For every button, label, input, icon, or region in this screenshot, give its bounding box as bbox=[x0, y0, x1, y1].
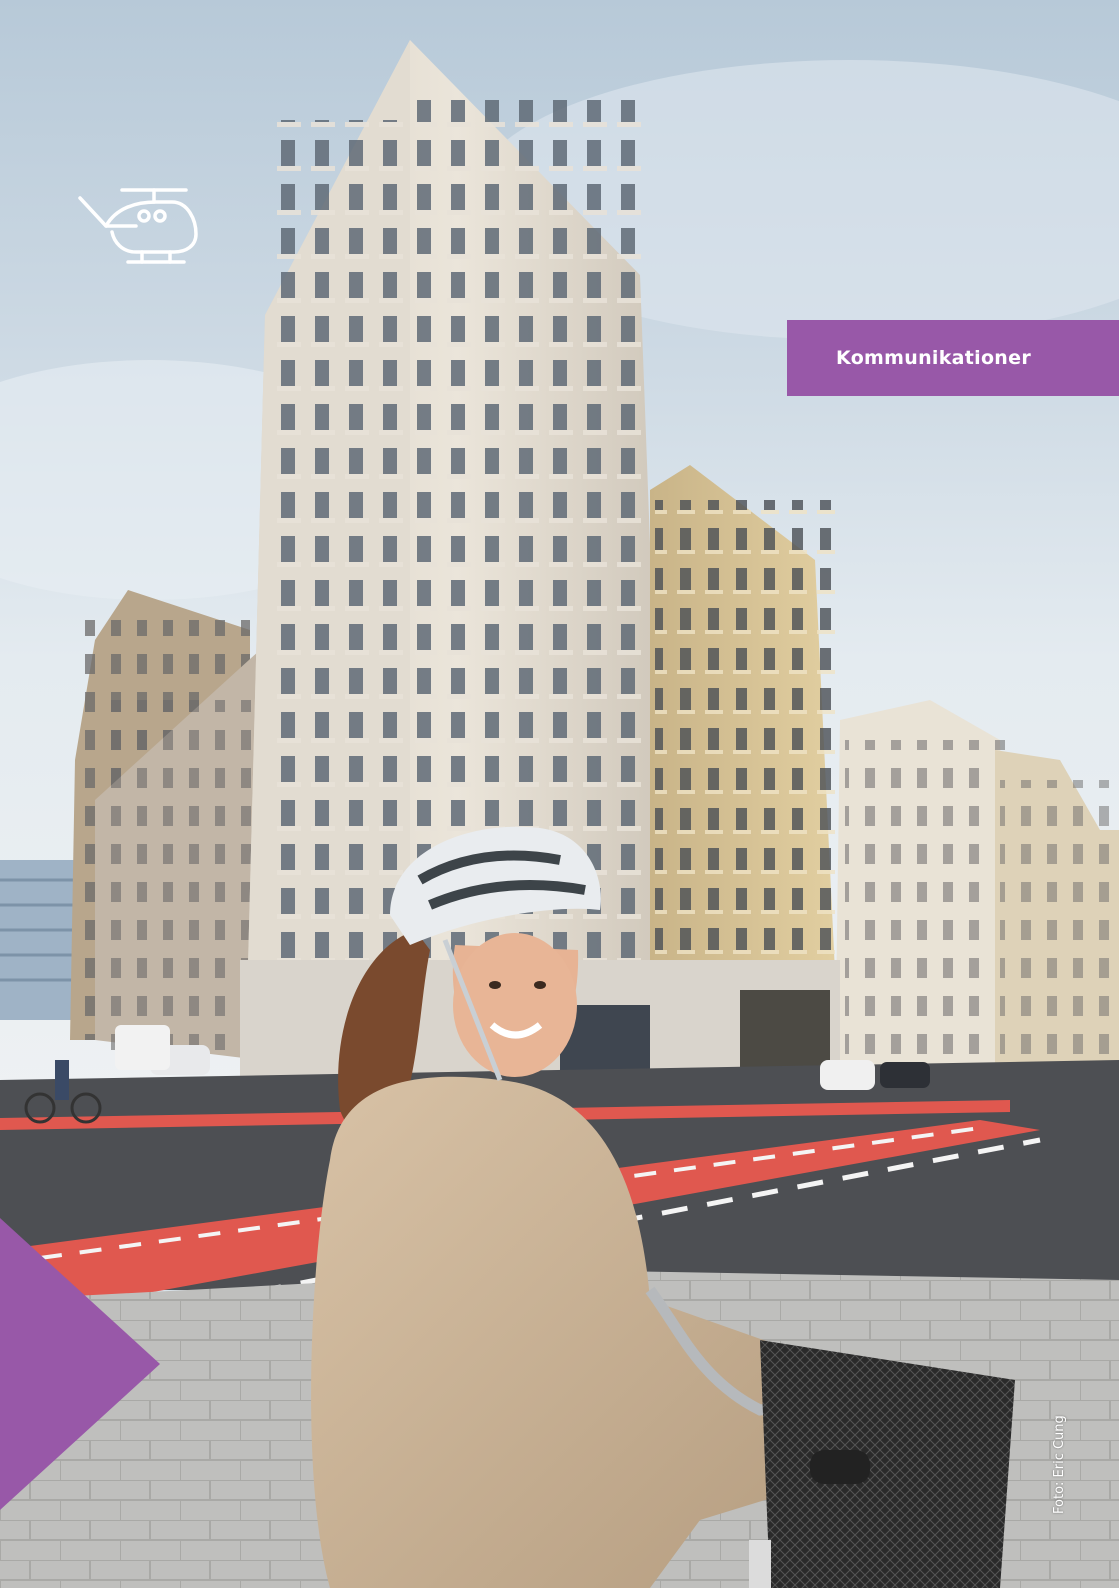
section-label: Kommunikationer bbox=[787, 320, 1119, 396]
decorative-triangle bbox=[0, 1218, 160, 1510]
document-page: Kommunikationer Foto: Eric Cung bbox=[0, 0, 1119, 1588]
helicopter-icon bbox=[78, 188, 198, 264]
photo-credit: Foto: Eric Cung bbox=[1052, 1415, 1067, 1514]
